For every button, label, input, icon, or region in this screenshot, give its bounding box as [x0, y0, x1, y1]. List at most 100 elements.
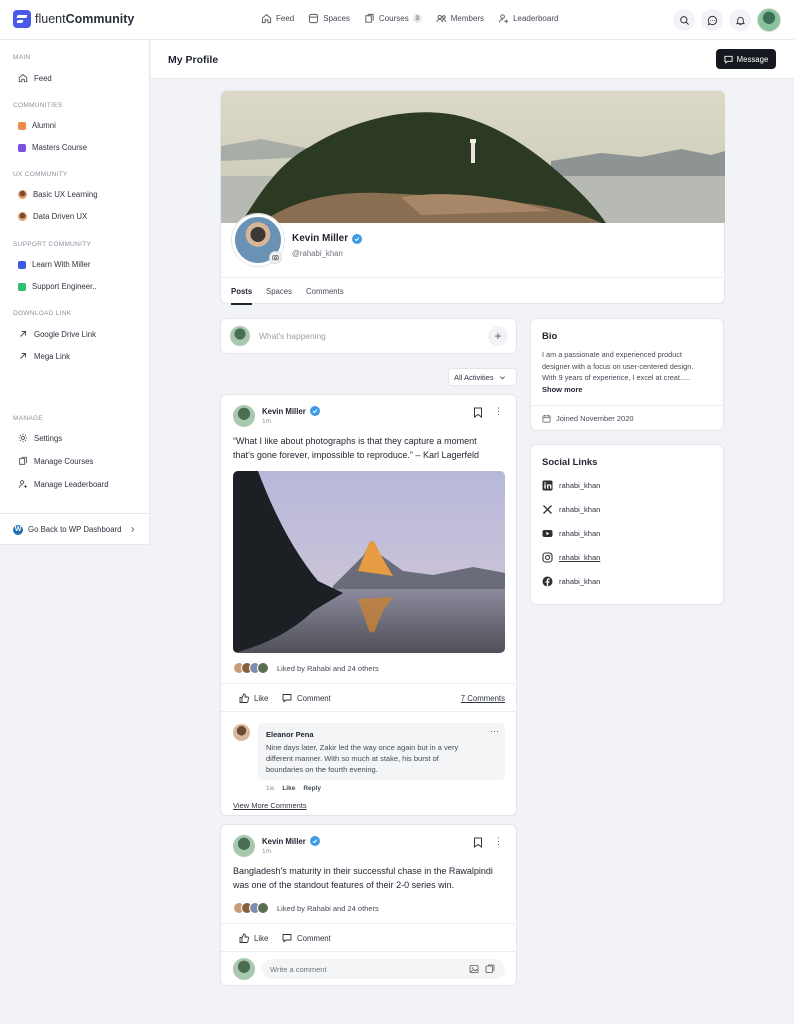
tab-spaces[interactable]: Spaces — [266, 287, 292, 296]
sidebar-item-support-engineer[interactable]: Support Engineer.. — [18, 282, 97, 291]
add-post-button[interactable]: + — [488, 326, 508, 346]
social-link-youtube[interactable]: rahabi_khan — [542, 528, 600, 539]
social-link-linkedin[interactable]: rahabi_khan — [542, 480, 600, 491]
post-more-icon[interactable]: ⋮ — [494, 407, 503, 416]
courses-icon — [19, 456, 27, 465]
social-link-facebook[interactable]: rahabi_khan — [542, 576, 600, 587]
leaderboard-icon — [18, 480, 28, 489]
post-more-icon[interactable]: ⋮ — [494, 837, 503, 846]
brand-logo[interactable]: fluentCommunity — [13, 10, 134, 28]
commenter-avatar[interactable] — [233, 724, 250, 741]
learn-color-icon — [18, 260, 26, 269]
logo-mark-icon — [13, 10, 31, 28]
social-links-title: Social Links — [542, 457, 598, 468]
bio-text-line: With 9 years of experience, I excel at c… — [542, 373, 691, 382]
sidebar-item-label: Feed — [34, 73, 52, 83]
message-button[interactable]: Message — [716, 49, 776, 69]
view-more-comments-link[interactable]: View More Comments — [233, 801, 307, 810]
sidebar-item-manage-leaderboard[interactable]: Manage Leaderboard — [18, 479, 109, 489]
page-title: My Profile — [168, 54, 219, 66]
home-icon — [261, 14, 272, 24]
comment-button[interactable]: Comment — [282, 933, 331, 943]
comment-button[interactable]: Comment — [282, 693, 331, 703]
sidebar-section-ux: UX COMMUNITY — [13, 171, 68, 178]
social-link-x[interactable]: rahabi_khan — [542, 504, 600, 515]
bookmark-icon[interactable] — [473, 837, 483, 848]
tab-comments[interactable]: Comments — [306, 287, 344, 296]
home-icon — [18, 73, 28, 83]
sidebar-item-settings[interactable]: Settings — [18, 433, 62, 443]
youtube-icon — [542, 530, 553, 537]
top-bar: fluentCommunity Feed Spaces Courses 3 Me… — [0, 0, 794, 40]
arrow-up-right-icon — [20, 331, 26, 337]
sidebar-item-mega-link[interactable]: Mega Link — [18, 351, 70, 361]
bookmark-icon[interactable] — [473, 407, 483, 418]
top-actions — [673, 8, 781, 32]
nav-members[interactable]: Members — [436, 13, 484, 24]
sidebar-item-feed[interactable]: Feed — [18, 73, 52, 83]
post-text-line: Bangladesh's maturity in their successfu… — [233, 866, 493, 876]
nav-feed-label: Feed — [276, 14, 295, 23]
bio-text: I am a passionate and experienced produc… — [542, 349, 712, 384]
post-author-name: Kevin Miller — [262, 836, 306, 846]
sidebar-item-basic-ux[interactable]: Basic UX Learning — [18, 190, 98, 199]
like-label: Like — [254, 933, 269, 943]
sidebar-item-alumni[interactable]: Alumni — [18, 121, 56, 130]
message-button-label: Message — [736, 54, 769, 64]
post-author[interactable]: Kevin Miller — [262, 406, 320, 416]
nav-leaderboard[interactable]: Leaderboard — [498, 13, 558, 24]
verified-badge-icon — [309, 406, 320, 416]
liker-avatar — [257, 902, 269, 914]
sidebar-item-label: Manage Leaderboard — [34, 479, 109, 489]
gif-sticker-icon[interactable] — [485, 964, 495, 974]
chat-button[interactable] — [701, 9, 723, 31]
nav-courses[interactable]: Courses 3 — [364, 13, 422, 24]
comment-more-icon[interactable]: ··· — [490, 726, 499, 736]
activity-filter-dropdown[interactable]: All Activities — [448, 368, 517, 386]
show-more-link[interactable]: Show more — [542, 385, 582, 394]
nav-feed[interactable]: Feed — [261, 13, 294, 24]
profile-handle: @rahabi_khan — [292, 249, 343, 258]
comment-reply-button[interactable]: Reply — [303, 785, 321, 792]
sidebar-item-google-drive[interactable]: Google Drive Link — [18, 329, 96, 339]
write-comment-input[interactable]: Write a comment — [262, 959, 505, 979]
bio-title: Bio — [542, 331, 558, 342]
image-upload-icon[interactable] — [469, 964, 479, 974]
comment-label: Comment — [297, 693, 331, 703]
user-avatar[interactable] — [757, 8, 781, 32]
sidebar-item-learn-with-miller[interactable]: Learn With Miller — [18, 260, 91, 269]
social-link-instagram[interactable]: rahabi_khan — [542, 552, 600, 563]
post-author-avatar[interactable] — [233, 405, 255, 427]
message-icon — [724, 55, 733, 64]
leaderboard-icon — [498, 14, 509, 24]
like-button[interactable]: Like — [239, 933, 268, 943]
sidebar-section-support: SUPPORT COMMUNITY — [13, 241, 92, 248]
wp-dashboard-link[interactable]: W Go Back to WP Dashboard — [0, 513, 150, 545]
sidebar-item-manage-courses[interactable]: Manage Courses — [18, 456, 93, 466]
sidebar-item-masters-course[interactable]: Masters Course — [18, 143, 87, 152]
comments-count-link[interactable]: 7 Comments — [461, 694, 505, 703]
sidebar-item-label: Mega Link — [34, 351, 70, 361]
alumni-color-icon — [18, 121, 26, 130]
post-composer[interactable]: What's happening + — [220, 318, 517, 354]
notifications-button[interactable] — [729, 9, 751, 31]
comment-like-button[interactable]: Like — [282, 785, 295, 792]
post-author[interactable]: Kevin Miller — [262, 836, 320, 846]
composer-avatar — [230, 326, 250, 346]
calendar-icon — [542, 414, 551, 423]
post-author-avatar[interactable] — [233, 835, 255, 857]
tab-posts[interactable]: Posts — [231, 287, 253, 305]
post-image[interactable] — [233, 471, 505, 653]
page-header: My Profile Message — [151, 40, 794, 79]
nav-spaces[interactable]: Spaces — [308, 13, 350, 24]
change-avatar-button[interactable] — [269, 251, 282, 264]
chevron-right-icon — [131, 527, 135, 532]
likes-summary[interactable]: Liked by Rahabi and 24 others — [233, 902, 379, 914]
like-button[interactable]: Like — [239, 693, 268, 703]
sidebar-item-data-ux[interactable]: Data Driven UX — [18, 212, 87, 221]
x-icon — [543, 505, 552, 514]
comment-author[interactable]: Eleanor Pena — [266, 730, 314, 739]
likes-summary[interactable]: Liked by Rahabi and 24 others — [233, 662, 379, 674]
search-button[interactable] — [673, 9, 695, 31]
profile-name-text: Kevin Miller — [292, 233, 349, 244]
